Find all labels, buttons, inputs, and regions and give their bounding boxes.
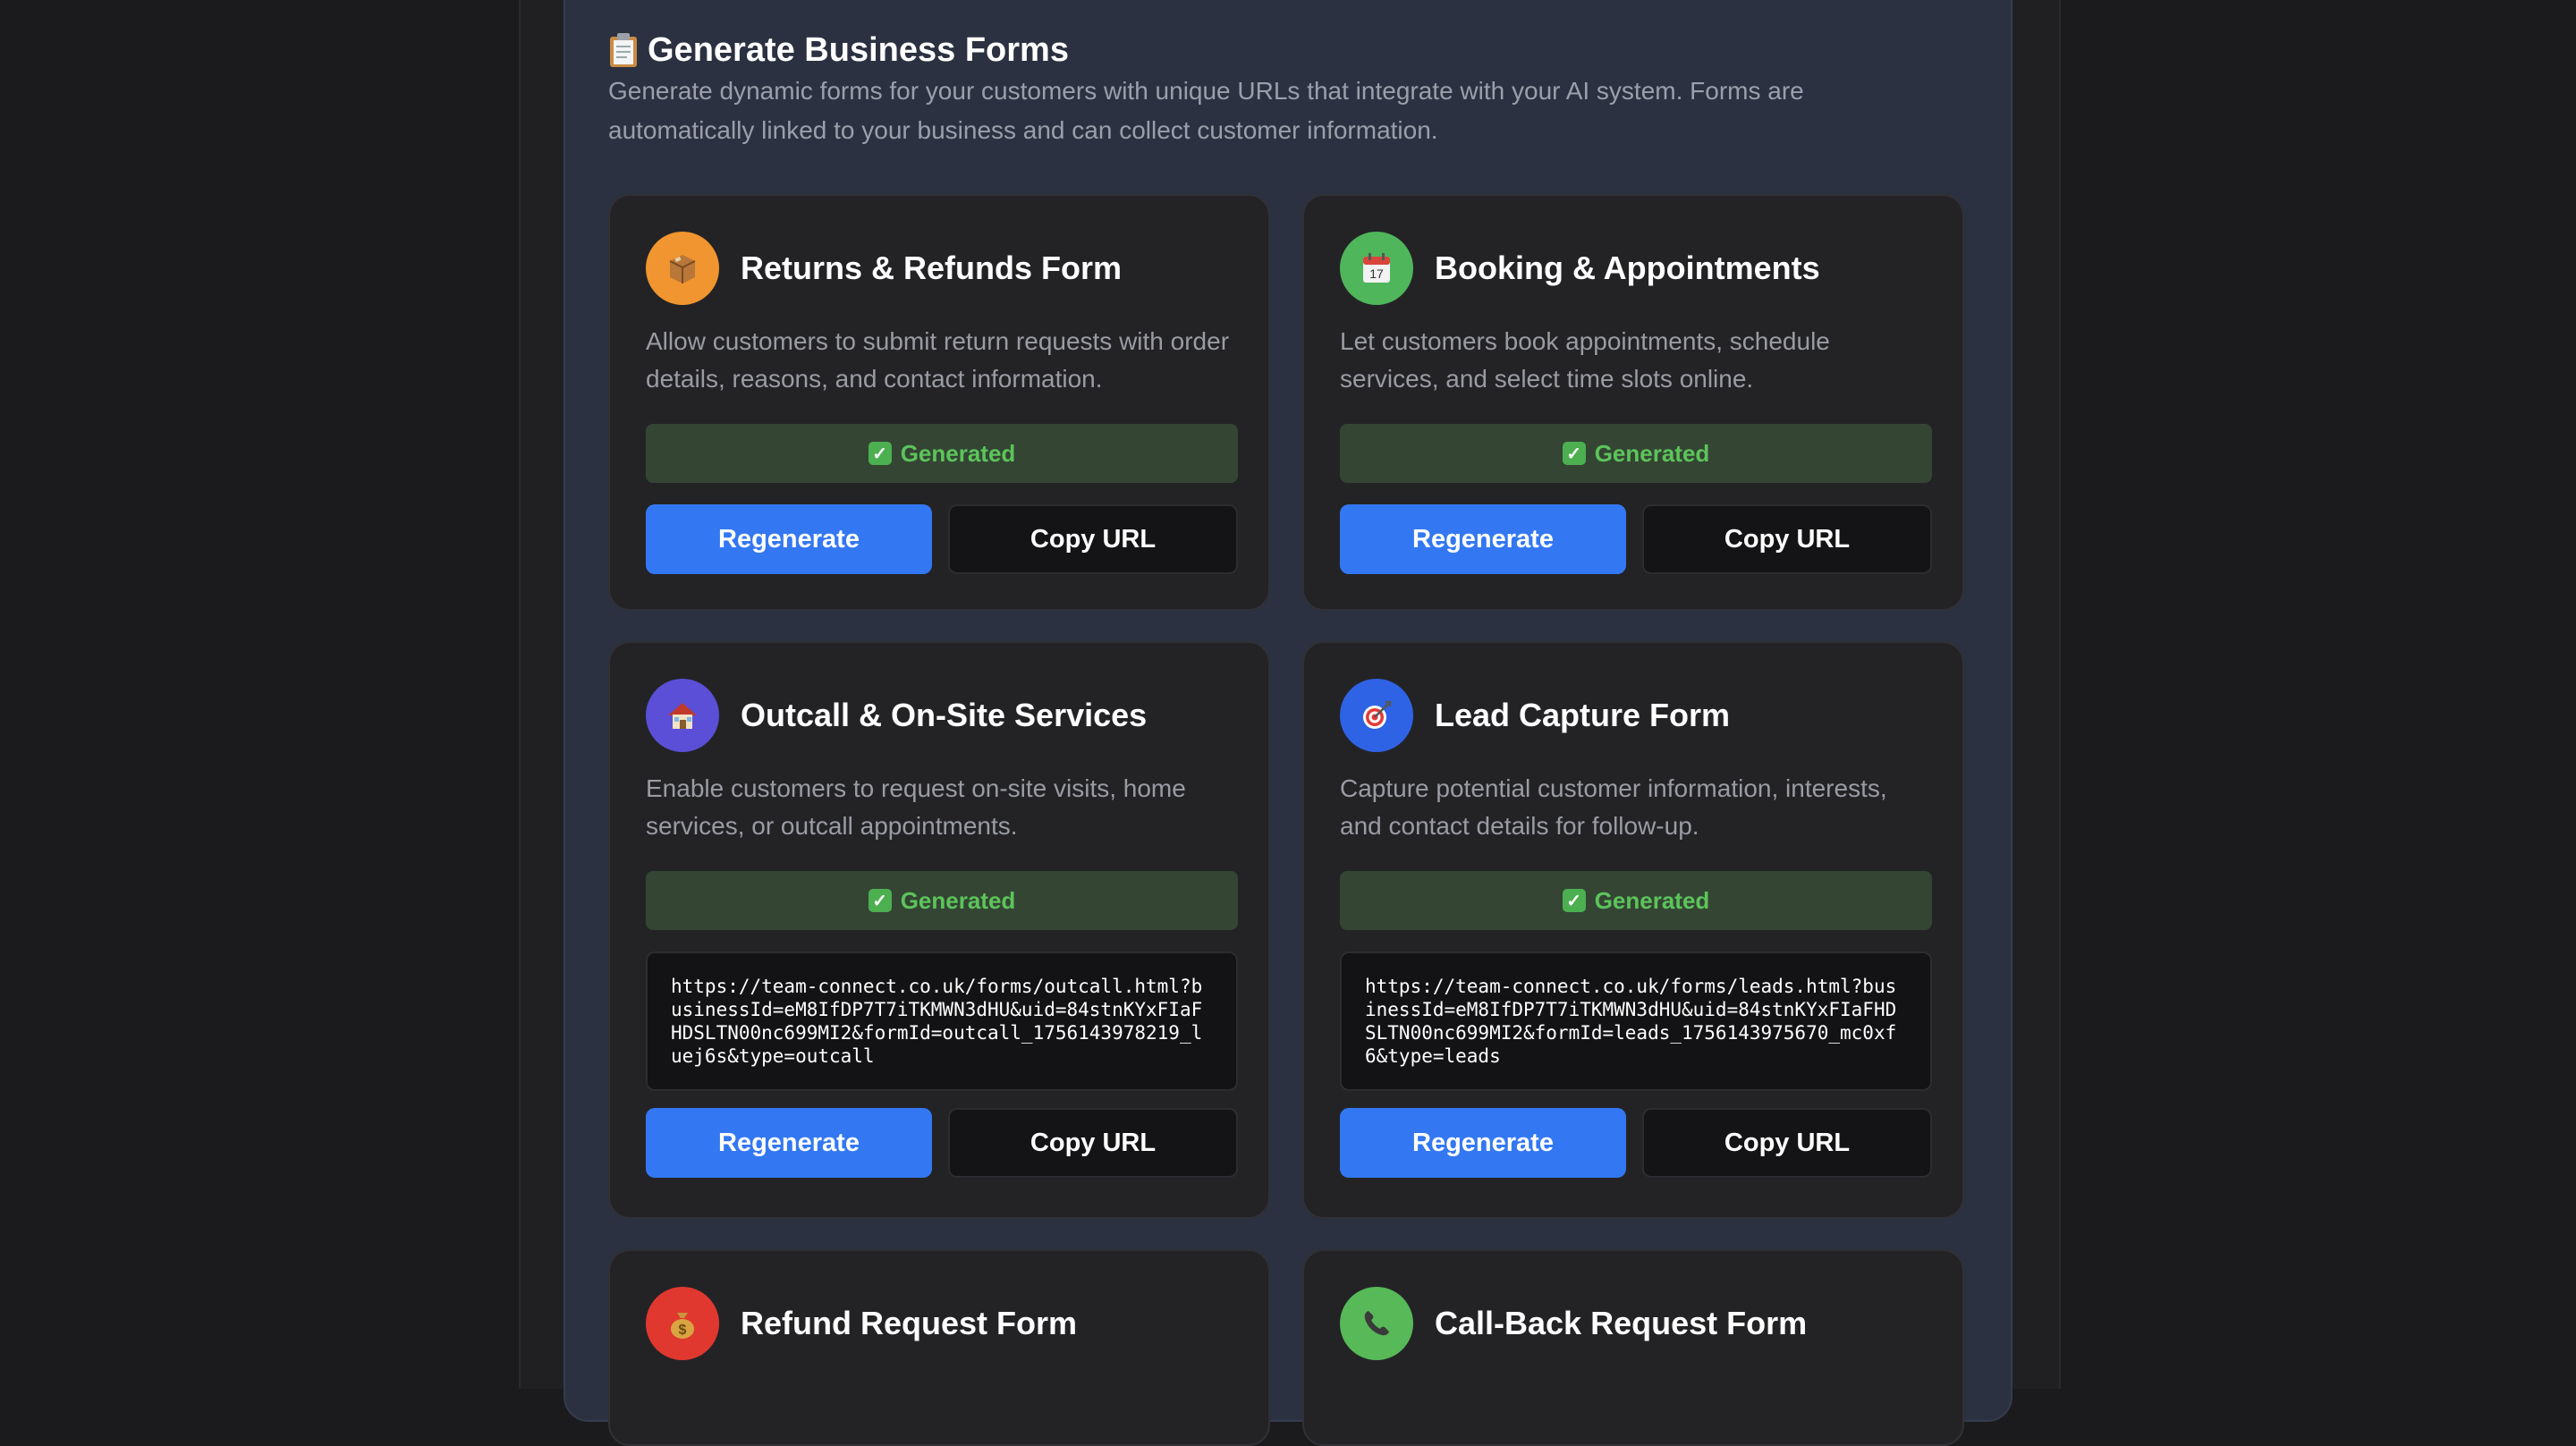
card-booking-appointments: 17 Booking & Appointments Let customers … — [1302, 194, 1964, 611]
target-icon — [1340, 679, 1413, 752]
panel-description: Generate dynamic forms for your customer… — [608, 77, 1804, 144]
status-badge: ✓ Generated — [1340, 871, 1932, 930]
status-label: Generated — [1594, 439, 1710, 467]
svg-text:$: $ — [679, 1323, 687, 1338]
card-outcall-services: Outcall & On-Site Services Enable custom… — [608, 641, 1270, 1219]
card-title: Returns & Refunds Form — [741, 249, 1123, 286]
card-returns-refunds: Returns & Refunds Form Allow customers t… — [608, 194, 1270, 611]
checkmark-icon: ✓ — [1562, 889, 1586, 912]
status-label: Generated — [900, 886, 1016, 914]
checkmark-icon: ✓ — [868, 442, 892, 465]
calendar-icon: 17 — [1340, 232, 1413, 305]
status-label: Generated — [900, 439, 1016, 467]
status-badge: ✓ Generated — [1340, 424, 1932, 483]
regenerate-button[interactable]: Regenerate — [646, 504, 932, 574]
regenerate-button[interactable]: Regenerate — [1340, 504, 1626, 574]
copy-url-button[interactable]: Copy URL — [948, 504, 1238, 574]
card-title: Booking & Appointments — [1435, 249, 1820, 286]
status-label: Generated — [1594, 886, 1710, 914]
card-description: Let customers book appointments, schedul… — [1340, 327, 1830, 393]
status-badge: ✓ Generated — [646, 424, 1238, 483]
card-title: Refund Request Form — [741, 1305, 1078, 1341]
copy-url-button[interactable]: Copy URL — [1642, 504, 1932, 574]
svg-text:17: 17 — [1369, 266, 1384, 281]
card-refund-request: $ Refund Request Form — [608, 1249, 1270, 1446]
card-description: Allow customers to submit return request… — [646, 327, 1230, 393]
checkmark-icon: ✓ — [868, 889, 892, 912]
form-url[interactable]: https://team-connect.co.uk/forms/leads.h… — [1340, 951, 1932, 1091]
money-bag-icon: $ — [646, 1287, 719, 1360]
card-title: Lead Capture Form — [1435, 697, 1731, 733]
clipboard-icon — [608, 32, 639, 68]
checkmark-icon: ✓ — [1562, 442, 1586, 465]
regenerate-button[interactable]: Regenerate — [1340, 1108, 1626, 1178]
page-title: Generate Business Forms — [648, 30, 1069, 69]
phone-icon — [1340, 1287, 1413, 1360]
card-description: Enable customers to request on-site visi… — [646, 774, 1186, 840]
card-callback-request: Call-Back Request Form — [1302, 1249, 1964, 1446]
regenerate-button[interactable]: Regenerate — [646, 1108, 932, 1178]
copy-url-button[interactable]: Copy URL — [1642, 1108, 1932, 1178]
house-icon — [646, 679, 719, 752]
status-badge: ✓ Generated — [646, 871, 1238, 930]
package-icon — [646, 232, 719, 305]
card-lead-capture: Lead Capture Form Capture potential cust… — [1302, 641, 1964, 1219]
card-title: Outcall & On-Site Services — [741, 697, 1148, 733]
panel-header: Generate Business Forms — [608, 27, 1069, 73]
card-description: Capture potential customer information, … — [1340, 774, 1887, 840]
form-url[interactable]: https://team-connect.co.uk/forms/outcall… — [646, 951, 1238, 1091]
card-title: Call-Back Request Form — [1435, 1305, 1808, 1341]
copy-url-button[interactable]: Copy URL — [948, 1108, 1238, 1178]
